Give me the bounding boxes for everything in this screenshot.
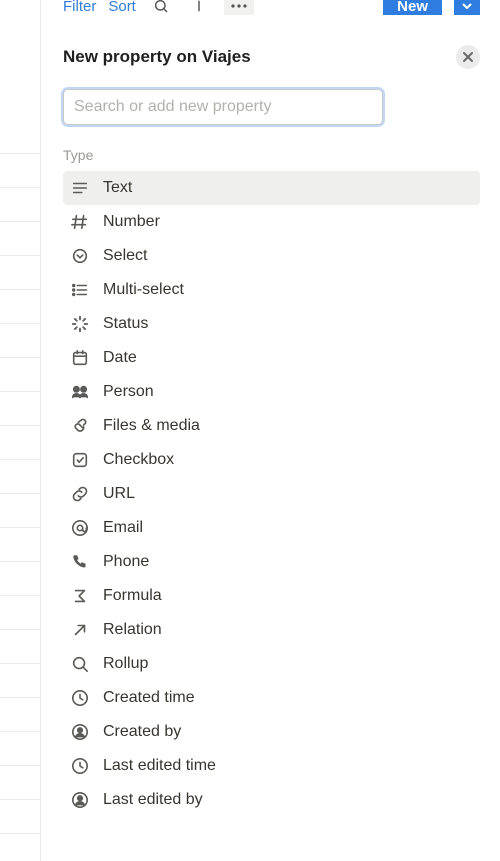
last-edited-time-icon	[71, 757, 89, 775]
type-option-files[interactable]: Files & media	[63, 409, 480, 443]
select-icon	[71, 247, 89, 265]
type-option-text[interactable]: Text	[63, 171, 480, 205]
type-option-label: Last edited by	[103, 791, 203, 809]
phone-icon	[71, 553, 89, 571]
type-option-label: Date	[103, 349, 137, 367]
created-time-icon	[71, 689, 89, 707]
more-button[interactable]	[224, 0, 254, 15]
multi-select-icon	[71, 281, 89, 299]
new-dropdown-button[interactable]	[454, 0, 480, 15]
person-icon	[71, 383, 89, 401]
expand-icon	[192, 0, 206, 13]
type-option-url[interactable]: URL	[63, 477, 480, 511]
type-option-last-edited-by[interactable]: Last edited by	[63, 783, 480, 817]
checkbox-icon	[71, 451, 89, 469]
type-option-label: Text	[103, 179, 132, 197]
type-option-label: Files & media	[103, 417, 200, 435]
type-option-number[interactable]: Number	[63, 205, 480, 239]
type-section-label: Type	[63, 147, 480, 163]
type-option-phone[interactable]: Phone	[63, 545, 480, 579]
type-option-date[interactable]: Date	[63, 341, 480, 375]
new-button-label: New	[397, 0, 428, 15]
type-option-label: Select	[103, 247, 147, 265]
type-option-label: Multi-select	[103, 281, 184, 299]
type-option-label: Last edited time	[103, 757, 216, 775]
status-icon	[71, 315, 89, 333]
email-icon	[71, 519, 89, 537]
type-option-multi-select[interactable]: Multi-select	[63, 273, 480, 307]
type-list: Text Number Select Multi-select Status Date Pe…	[63, 171, 480, 817]
close-icon	[463, 52, 473, 62]
type-option-label: Person	[103, 383, 154, 401]
number-icon	[71, 213, 89, 231]
toolbar: Filter Sort New	[63, 0, 480, 15]
type-option-created-by[interactable]: Created by	[63, 715, 480, 749]
type-option-label: Phone	[103, 553, 149, 571]
type-option-relation[interactable]: Relation	[63, 613, 480, 647]
rollup-icon	[71, 655, 89, 673]
close-button[interactable]	[456, 45, 480, 69]
type-option-created-time[interactable]: Created time	[63, 681, 480, 715]
search-input[interactable]	[63, 89, 383, 125]
files-icon	[71, 417, 89, 435]
sort-button[interactable]: Sort	[108, 0, 136, 15]
created-by-icon	[71, 723, 89, 741]
search-icon	[153, 0, 169, 14]
type-option-label: Email	[103, 519, 143, 537]
dots-icon	[231, 4, 247, 8]
background-rows	[0, 120, 40, 834]
type-option-rollup[interactable]: Rollup	[63, 647, 480, 681]
type-option-label: Formula	[103, 587, 162, 605]
panel-title: New property on Viajes	[63, 47, 251, 67]
url-icon	[71, 485, 89, 503]
new-button[interactable]: New	[383, 0, 442, 15]
type-option-email[interactable]: Email	[63, 511, 480, 545]
filter-button[interactable]: Filter	[63, 0, 96, 15]
type-option-label: Relation	[103, 621, 162, 639]
date-icon	[71, 349, 89, 367]
type-option-label: Created by	[103, 723, 181, 741]
type-option-label: Number	[103, 213, 160, 231]
type-option-checkbox[interactable]: Checkbox	[63, 443, 480, 477]
type-option-label: URL	[103, 485, 135, 503]
type-option-status[interactable]: Status	[63, 307, 480, 341]
last-edited-by-icon	[71, 791, 89, 809]
type-option-select[interactable]: Select	[63, 239, 480, 273]
type-option-label: Created time	[103, 689, 195, 707]
type-option-label: Checkbox	[103, 451, 174, 469]
expand-icon-button[interactable]	[186, 0, 212, 15]
type-option-last-edited-time[interactable]: Last edited time	[63, 749, 480, 783]
relation-icon	[71, 621, 89, 639]
type-option-formula[interactable]: Formula	[63, 579, 480, 613]
text-icon	[71, 179, 89, 197]
formula-icon	[71, 587, 89, 605]
type-option-label: Rollup	[103, 655, 148, 673]
property-panel: Filter Sort New New property on Viajes T…	[41, 0, 500, 861]
type-option-person[interactable]: Person	[63, 375, 480, 409]
chevron-down-icon	[462, 3, 472, 9]
type-option-label: Status	[103, 315, 148, 333]
search-icon-button[interactable]	[148, 0, 174, 15]
panel-header: New property on Viajes	[63, 45, 480, 69]
